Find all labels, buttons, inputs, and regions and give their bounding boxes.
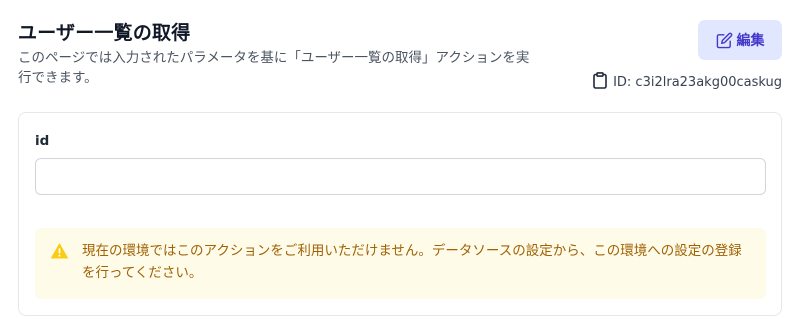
page-title: ユーザー一覧の取得	[18, 22, 191, 44]
warning-triangle-icon	[51, 243, 68, 263]
id-input[interactable]	[35, 158, 766, 195]
environment-warning: 現在の環境ではこのアクションをご利用いただけません。データソースの設定から、この…	[35, 228, 766, 299]
parameter-card: id 現在の環境ではこのアクションをご利用いただけません。データソースの設定から…	[18, 112, 782, 316]
page-description: このページでは入力されたパラメータを基に「ユーザー一覧の取得」アクションを実行で…	[18, 50, 530, 86]
id-field-label: id	[35, 133, 50, 149]
pencil-square-icon	[716, 32, 733, 49]
edit-button[interactable]: 編集	[698, 20, 782, 60]
clipboard-icon	[593, 72, 607, 93]
edit-button-label: 編集	[736, 33, 765, 49]
action-id: ID: c3i2lra23akg00caskug	[593, 72, 782, 93]
warning-message: 現在の環境ではこのアクションをご利用いただけません。データソースの設定から、この…	[82, 243, 742, 281]
action-id-text: ID: c3i2lra23akg00caskug	[613, 75, 782, 90]
